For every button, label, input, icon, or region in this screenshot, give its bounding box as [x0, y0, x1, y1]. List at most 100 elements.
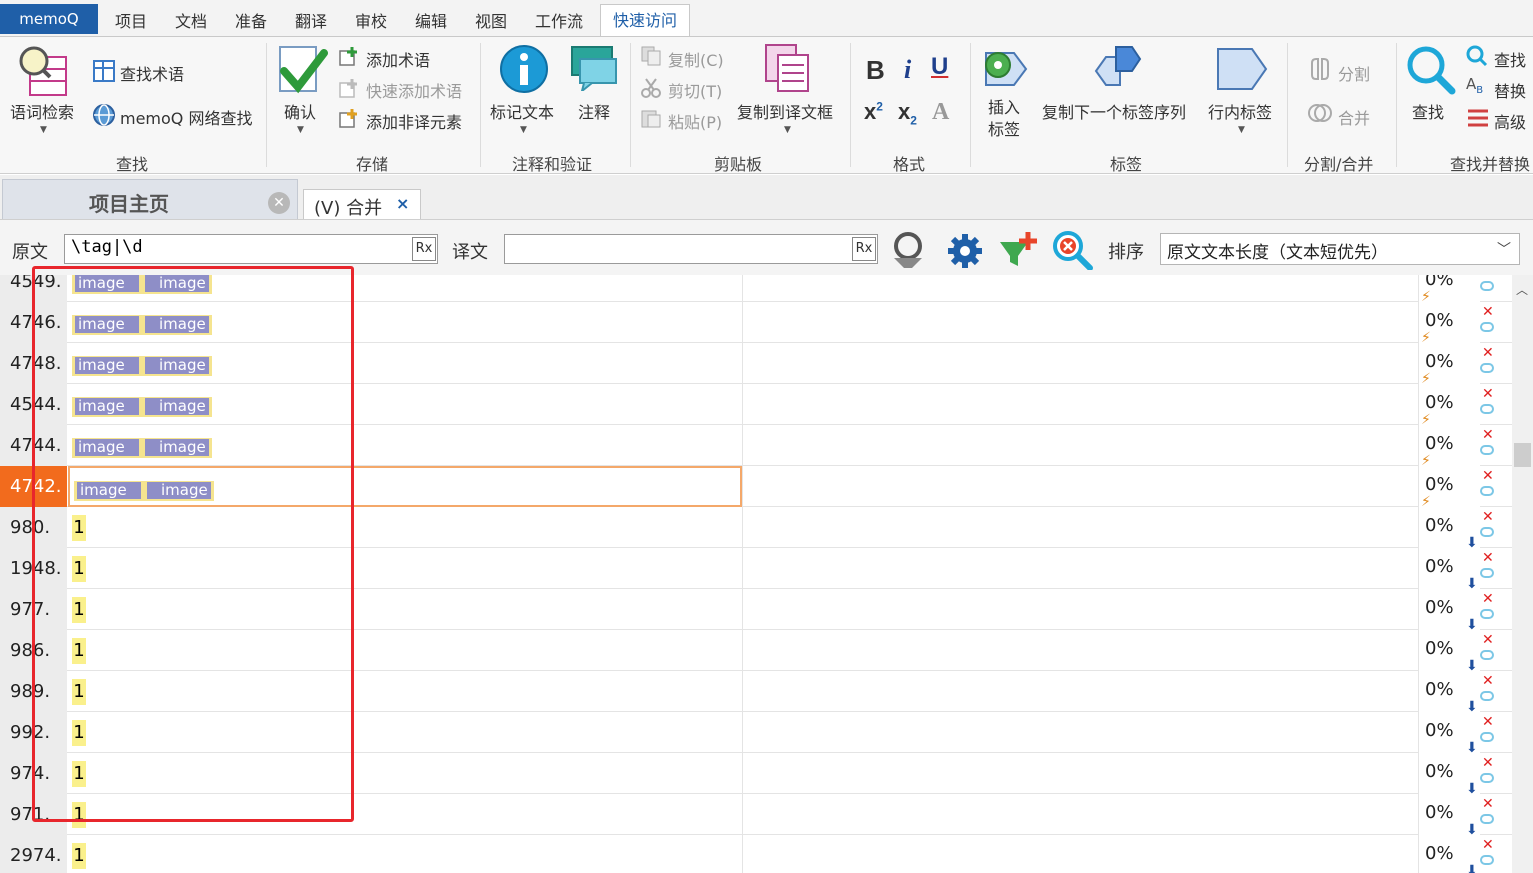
error-icon[interactable]: ✕ [1482, 509, 1494, 525]
source-cell[interactable]: 1 [68, 794, 742, 835]
menu-project[interactable]: 项目 [115, 8, 147, 32]
close-icon[interactable]: × [396, 194, 409, 213]
target-cell[interactable] [742, 753, 1418, 794]
source-cell[interactable]: 1 [68, 671, 742, 712]
tab-project-home[interactable]: 项目主页 ✕ [2, 179, 298, 219]
menu-workflow[interactable]: 工作流 [535, 8, 583, 32]
target-cell[interactable] [742, 671, 1418, 712]
comment-bubble-icon[interactable] [1480, 732, 1494, 742]
comment-bubble-icon[interactable] [1480, 568, 1494, 578]
sort-dropdown[interactable]: 原文文本长度（文本短优先） ﹀ [1160, 233, 1520, 265]
comment-bubble-icon[interactable] [1480, 404, 1494, 414]
source-cell[interactable]: image image [68, 466, 742, 507]
insert-tag-button[interactable]: 插入 标签 [988, 97, 1020, 141]
target-cell[interactable] [742, 712, 1418, 753]
confirm-button[interactable]: 确认 [284, 99, 316, 123]
scroll-up-icon[interactable]: ︿ [1516, 281, 1528, 298]
source-regex-toggle[interactable]: Rx [412, 237, 436, 261]
menu-view[interactable]: 视图 [475, 8, 507, 32]
error-icon[interactable]: ✕ [1482, 304, 1494, 320]
comment-bubble-icon[interactable] [1480, 527, 1494, 537]
menu-translate[interactable]: 翻译 [295, 8, 327, 32]
opening-tag[interactable]: image [72, 275, 142, 294]
table-row[interactable]: 986. 1 0% ✕ ⬇ [0, 630, 1512, 674]
advanced-button[interactable]: 高级 [1494, 109, 1526, 133]
error-icon[interactable]: ✕ [1482, 591, 1494, 607]
comment-bubble-icon[interactable] [1480, 281, 1494, 291]
italic-button[interactable]: i [904, 55, 911, 85]
opening-tag[interactable]: image [74, 481, 144, 501]
underline-button[interactable]: U [931, 53, 948, 81]
add-filter-icon[interactable] [998, 230, 1040, 270]
comment-bubble-icon[interactable] [1480, 855, 1494, 865]
error-icon[interactable]: ✕ [1482, 427, 1494, 443]
comment-bubble-icon[interactable] [1480, 322, 1494, 332]
error-icon[interactable]: ✕ [1482, 796, 1494, 812]
closing-tag[interactable]: image [144, 481, 214, 501]
source-cell[interactable]: 1 [68, 712, 742, 753]
table-row[interactable]: 980. 1 0% ✕ ⬇ [0, 507, 1512, 551]
paste-button[interactable]: 粘贴(P) [668, 109, 722, 133]
comment-bubble-icon[interactable] [1480, 773, 1494, 783]
comment-bubble-icon[interactable] [1480, 691, 1494, 701]
table-row[interactable]: 4549.imageimage0%✕⚡ [0, 275, 1512, 305]
find-terms-button[interactable]: 查找术语 [120, 61, 184, 85]
table-row[interactable]: 4744. image image 0% ✕ ⚡ [0, 425, 1512, 469]
copy-next-tag-sequence-button[interactable]: 复制下一个标签序列 [1042, 99, 1186, 123]
error-icon[interactable]: ✕ [1482, 345, 1494, 361]
comment-bubble-icon[interactable] [1480, 609, 1494, 619]
source-cell[interactable]: image image [68, 343, 742, 384]
inline-tags-button[interactable]: 行内标签 [1208, 99, 1272, 123]
close-icon[interactable]: ✕ [268, 192, 290, 214]
menu-review[interactable]: 审校 [355, 8, 387, 32]
cut-button[interactable]: 剪切(T) [668, 78, 722, 102]
table-row[interactable]: 4746. image image 0% ✕ ⚡ [0, 302, 1512, 346]
source-cell[interactable]: image image [68, 425, 742, 466]
comment-bubble-icon[interactable] [1480, 486, 1494, 496]
source-cell[interactable]: image image [68, 302, 742, 343]
table-row[interactable]: 1948. 1 0% ✕ ⬇ [0, 548, 1512, 592]
source-filter-input[interactable]: \tag|\d [64, 234, 438, 264]
comment-button[interactable]: 注释 [578, 99, 610, 123]
error-icon[interactable]: ✕ [1482, 673, 1494, 689]
menu-prepare[interactable]: 准备 [235, 8, 267, 32]
closing-tag[interactable]: image [142, 356, 212, 376]
filter-search-icon[interactable] [890, 230, 932, 270]
copy-button[interactable]: 复制(C) [668, 47, 724, 71]
target-cell[interactable] [742, 425, 1418, 466]
add-nontranslatable-button[interactable]: 添加非译元素 [366, 109, 462, 133]
target-cell[interactable] [742, 466, 1418, 507]
table-row[interactable]: 4544. image image 0% ✕ ⚡ [0, 384, 1512, 428]
add-term-button[interactable]: 添加术语 [366, 47, 430, 71]
source-cell[interactable]: 1 [68, 589, 742, 630]
error-icon[interactable]: ✕ [1482, 275, 1494, 279]
menu-document[interactable]: 文档 [175, 8, 207, 32]
find-large-button[interactable]: 查找 [1412, 99, 1444, 123]
error-icon[interactable]: ✕ [1482, 714, 1494, 730]
target-cell[interactable] [742, 589, 1418, 630]
table-row[interactable]: 2974. 1 0% ✕ ⬇ [0, 835, 1512, 873]
copy-to-target-button[interactable]: 复制到译文框 [737, 99, 833, 123]
find-button[interactable]: 查找 [1494, 47, 1526, 71]
error-icon[interactable]: ✕ [1482, 468, 1494, 484]
quick-add-term-button[interactable]: 快速添加术语 [366, 78, 462, 102]
source-cell[interactable]: 1 [68, 507, 742, 548]
comment-bubble-icon[interactable] [1480, 650, 1494, 660]
web-search-button[interactable]: memoQ 网络查找 [120, 105, 253, 129]
opening-tag[interactable]: image [72, 438, 142, 458]
tab-merge-view[interactable]: (V) 合并 × [303, 189, 421, 219]
comment-bubble-icon[interactable] [1480, 363, 1494, 373]
opening-tag[interactable]: image [72, 315, 142, 335]
source-cell[interactable]: 1 [68, 753, 742, 794]
table-row[interactable]: 4748. image image 0% ✕ ⚡ [0, 343, 1512, 387]
table-row[interactable]: 989. 1 0% ✕ ⬇ [0, 671, 1512, 715]
target-cell[interactable] [742, 835, 1418, 873]
app-menu-button[interactable]: memoQ [0, 4, 98, 34]
error-icon[interactable]: ✕ [1482, 837, 1494, 853]
source-cell[interactable]: 1 [68, 548, 742, 589]
gear-icon[interactable] [946, 232, 984, 270]
target-cell[interactable] [742, 275, 1418, 302]
vertical-scrollbar[interactable]: ︿ [1512, 275, 1533, 873]
comment-bubble-icon[interactable] [1480, 814, 1494, 824]
target-cell[interactable] [742, 630, 1418, 671]
